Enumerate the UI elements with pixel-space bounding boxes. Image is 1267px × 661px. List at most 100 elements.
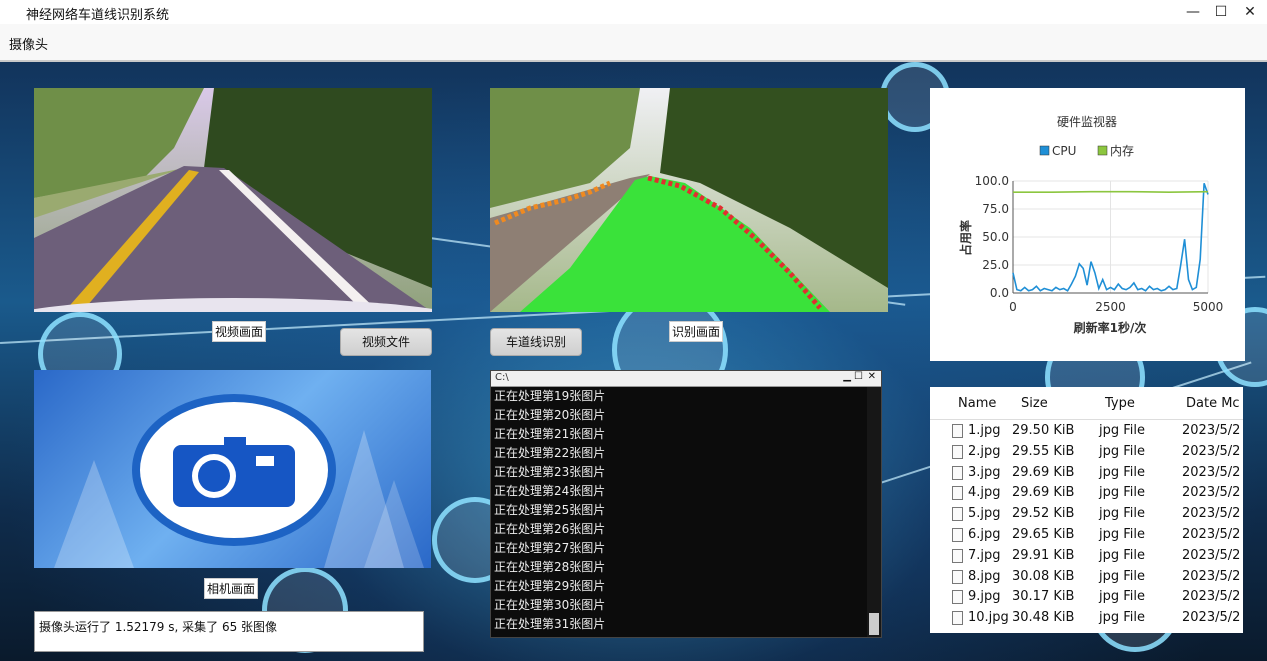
file-date: 2023/5/2 <box>1182 464 1241 480</box>
file-size: 29.50 KiB <box>1012 423 1075 438</box>
console-scroll-thumb[interactable] <box>869 613 879 635</box>
menu-bar: 摄像头 <box>0 24 1267 62</box>
file-type: jpg File <box>1099 527 1146 542</box>
file-name: 1.jpg <box>968 423 1001 438</box>
file-row[interactable]: 5.jpg 29.52 KiB jpg File 2023/5/2 <box>930 503 1243 524</box>
console-line: 正在处理第22张图片 <box>494 446 606 460</box>
x-axis-label: 刷新率1秒/次 <box>1074 320 1147 335</box>
column-header-size[interactable]: Size <box>1021 396 1048 411</box>
console-title-bar: C:\ ▁ ☐ ✕ <box>491 371 881 387</box>
file-type: jpg File <box>1099 547 1146 563</box>
window-title: 神经网络车道线识别系统 <box>26 8 170 23</box>
file-type: jpg File <box>1099 610 1146 626</box>
console-line: 正在处理第25张图片 <box>494 503 606 517</box>
file-row[interactable]: 2.jpg 29.55 KiB jpg File 2023/5/2 <box>930 441 1243 462</box>
title-bar: 神经网络车道线识别系统 — ☐ ✕ <box>0 0 1267 24</box>
file-name: 10.jpg <box>968 610 1009 626</box>
file-size: 30.48 KiB <box>1012 610 1075 626</box>
file-type: jpg File <box>1099 506 1146 522</box>
file-type: jpg File <box>1099 423 1146 438</box>
file-size: 30.17 KiB <box>1012 589 1075 605</box>
chart-svg: 硬件监视器 CPU 内存 0.0 25.0 50.0 75.0 100.0 0 2500 5000 刷… <box>958 114 1223 335</box>
console-output: 正在处理第19张图片 正在处理第20张图片 正在处理第21张图片 正在处理第22张图片… <box>494 387 866 635</box>
file-row[interactable]: 6.jpg 29.65 KiB jpg File 2023/5/2 <box>930 524 1243 545</box>
console-line: 正在处理第30张图片 <box>494 598 606 612</box>
file-name: 4.jpg <box>968 485 1001 501</box>
close-icon[interactable]: ✕ <box>1240 2 1260 22</box>
file-icon <box>952 424 963 438</box>
column-header-name[interactable]: Name <box>958 396 996 411</box>
file-name: 9.jpg <box>968 589 1001 605</box>
file-icon <box>952 465 963 480</box>
file-row[interactable]: 8.jpg 30.08 KiB jpg File 2023/5/2 <box>930 566 1243 587</box>
file-row[interactable]: 7.jpg 29.91 KiB jpg File 2023/5/2 <box>930 545 1243 566</box>
file-name: 8.jpg <box>968 568 1001 584</box>
legend-label: 内存 <box>1110 144 1134 158</box>
console-maximize-icon[interactable]: ☐ <box>854 371 863 382</box>
column-header-type[interactable]: Type <box>1105 396 1135 411</box>
file-size: 29.91 KiB <box>1012 547 1075 563</box>
console-minimize-icon[interactable]: ▁ <box>843 371 851 382</box>
video-view <box>34 88 432 312</box>
video-file-button[interactable]: 视频文件 <box>340 328 432 356</box>
road-video-frame <box>34 88 432 312</box>
file-date: 2023/5/2 <box>1182 610 1241 626</box>
camera-placeholder-image <box>54 394 424 568</box>
file-name: 7.jpg <box>968 547 1001 563</box>
file-type: jpg File <box>1099 568 1146 584</box>
console-line: 正在处理第21张图片 <box>494 427 606 441</box>
console-line: 正在处理第23张图片 <box>494 465 606 479</box>
menu-camera[interactable]: 摄像头 <box>9 34 48 53</box>
console-line: 正在处理第28张图片 <box>494 560 606 574</box>
detect-caption: 识别画面 <box>669 321 724 342</box>
file-name: 5.jpg <box>968 506 1001 522</box>
file-size: 29.69 KiB <box>1012 485 1075 501</box>
y-tick-label: 25.0 <box>982 258 1009 272</box>
console-scrollbar[interactable] <box>867 387 881 637</box>
console-title: C:\ <box>495 372 509 383</box>
file-type: jpg File <box>1099 443 1146 459</box>
lane-detect-button[interactable]: 车道线识别 <box>490 328 582 356</box>
y-axis-label: 占用率 <box>958 220 973 256</box>
console-close-icon[interactable]: ✕ <box>868 371 876 382</box>
file-date: 2023/5/2 <box>1182 568 1241 584</box>
x-tick-label: 0 <box>1009 300 1017 314</box>
file-row[interactable]: 4.jpg 29.69 KiB jpg File 2023/5/2 <box>930 482 1243 503</box>
file-icon <box>952 507 963 522</box>
console-line: 正在处理第31张图片 <box>494 617 606 631</box>
file-date: 2023/5/2 <box>1182 485 1241 501</box>
console-line: 正在处理第24张图片 <box>494 484 606 498</box>
file-name: 2.jpg <box>968 443 1001 459</box>
lane-detection-frame <box>490 88 888 312</box>
console-line: 正在处理第27张图片 <box>494 541 606 555</box>
file-list: Name Size Type Date Mc 1.jpg 29.50 KiB jpg… <box>930 387 1243 633</box>
x-tick-label: 2500 <box>1095 300 1126 314</box>
y-tick-label: 0.0 <box>990 286 1009 300</box>
file-date: 2023/5/2 <box>1182 547 1241 563</box>
minimize-icon[interactable]: — <box>1183 2 1203 22</box>
console-line: 正在处理第20张图片 <box>494 408 606 422</box>
file-icon <box>952 486 963 501</box>
maximize-icon[interactable]: ☐ <box>1211 2 1231 22</box>
file-icon <box>952 611 963 626</box>
file-type: jpg File <box>1099 464 1146 480</box>
y-tick-label: 75.0 <box>982 202 1009 216</box>
file-name: 3.jpg <box>968 464 1001 480</box>
file-name: 6.jpg <box>968 527 1001 542</box>
file-size: 29.65 KiB <box>1012 527 1075 542</box>
file-type: jpg File <box>1099 589 1146 605</box>
column-header-date[interactable]: Date Mc <box>1186 396 1240 411</box>
file-row[interactable]: 1.jpg 29.50 KiB jpg File 2023/5/2 <box>930 420 1243 441</box>
file-icon <box>952 528 963 542</box>
file-icon <box>952 590 963 605</box>
file-row[interactable]: 3.jpg 29.69 KiB jpg File 2023/5/2 <box>930 462 1243 483</box>
file-row[interactable]: 10.jpg 30.48 KiB jpg File 2023/5/2 <box>930 607 1243 628</box>
file-icon <box>952 548 963 563</box>
legend-label: CPU <box>1052 144 1076 158</box>
detect-view <box>490 88 888 312</box>
file-date: 2023/5/2 <box>1182 423 1241 438</box>
file-row[interactable]: 9.jpg 30.17 KiB jpg File 2023/5/2 <box>930 586 1243 607</box>
console-line: 正在处理第29张图片 <box>494 579 606 593</box>
console-line: 正在处理第26张图片 <box>494 522 606 536</box>
file-date: 2023/5/2 <box>1182 527 1241 542</box>
